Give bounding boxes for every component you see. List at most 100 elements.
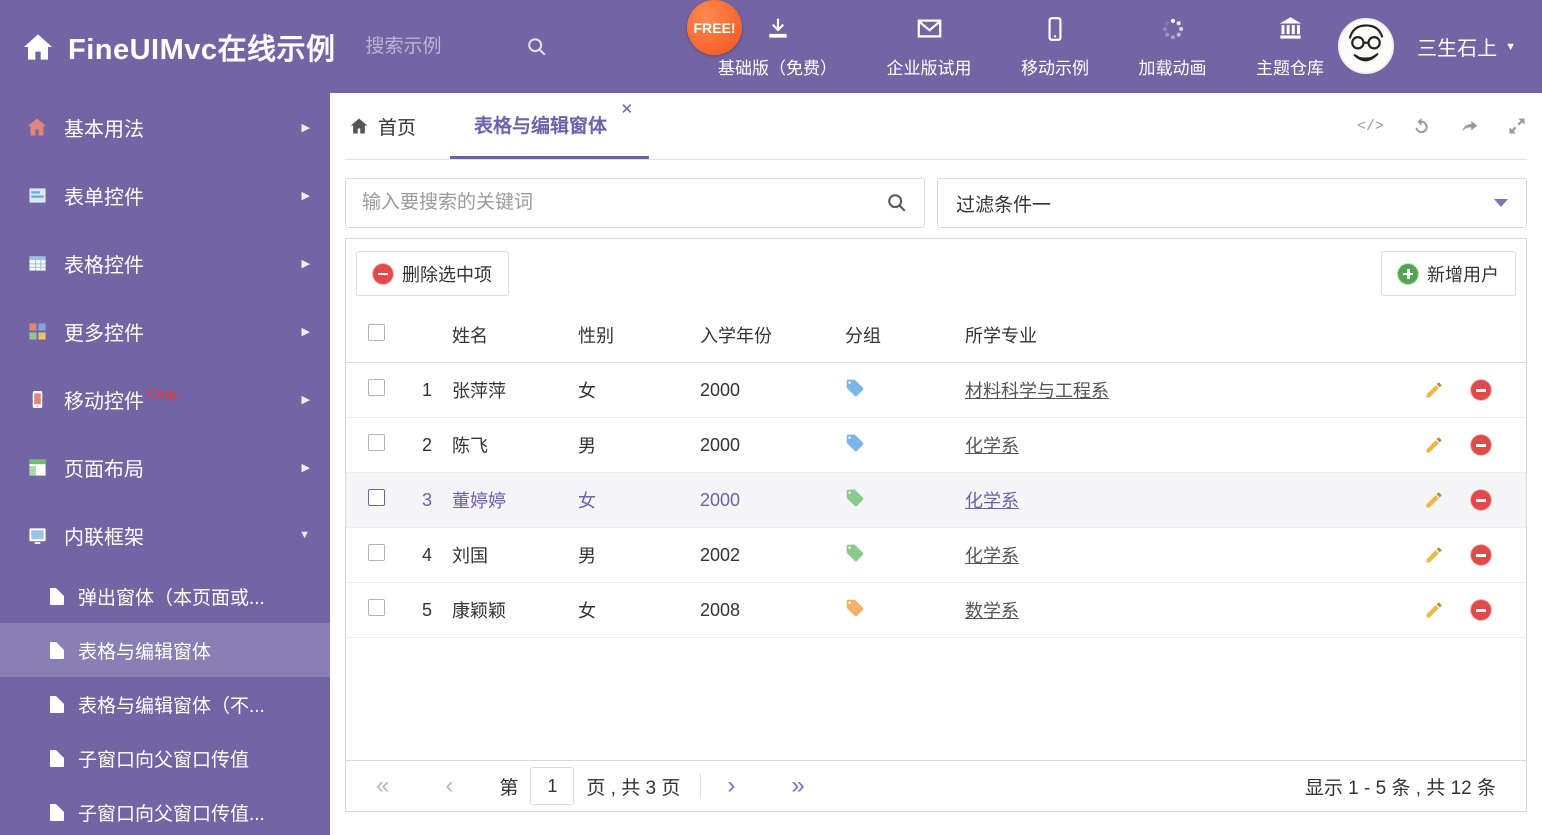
tab-grid-edit-window[interactable]: 表格与编辑窗体 ✕ [450, 93, 650, 159]
column-header-major[interactable]: 所学专业 [965, 322, 1416, 348]
sidebar-subitem-child-to-parent[interactable]: 子窗口向父窗口传值 [0, 731, 330, 785]
delete-icon[interactable] [1471, 490, 1491, 510]
brand-home-icon[interactable] [22, 31, 54, 63]
first-page-icon[interactable]: « [376, 774, 389, 798]
header-search-input[interactable] [365, 35, 516, 58]
user-name: 三生石上 [1417, 38, 1498, 60]
sidebar-item-iframe[interactable]: 内联框架 ▼ [0, 501, 330, 569]
user-menu[interactable]: 三生石上 ▼ [1417, 0, 1516, 93]
column-header-gender[interactable]: 性别 [578, 322, 700, 348]
table-row[interactable]: 4 刘国 男 2002 化学系 [346, 528, 1526, 583]
nav-mobile-demo[interactable]: 移动示例 [1015, 8, 1095, 86]
edit-icon[interactable] [1424, 380, 1444, 400]
row-checkbox[interactable] [368, 599, 385, 616]
cell-year: 2002 [700, 544, 741, 565]
filter-dropdown[interactable]: 过滤条件一 [937, 178, 1527, 228]
chevron-down-icon: ▼ [1505, 40, 1516, 53]
page-number-input[interactable] [530, 767, 575, 805]
close-icon[interactable]: ✕ [620, 102, 633, 117]
filter-row: 过滤条件一 [345, 178, 1527, 228]
last-page-icon[interactable]: » [791, 774, 804, 798]
sidebar-subitem-child-to-parent-2[interactable]: 子窗口向父窗口传值... [0, 785, 330, 835]
cell-name: 刘国 [452, 546, 488, 566]
delete-icon[interactable] [1471, 380, 1491, 400]
major-link[interactable]: 材料科学与工程系 [965, 381, 1109, 401]
edit-icon[interactable] [1424, 545, 1444, 565]
delete-icon[interactable] [1471, 435, 1491, 455]
tab-bar: 首页 表格与编辑窗体 ✕ </> [345, 93, 1527, 160]
plus-circle-icon [1398, 263, 1418, 284]
sidebar-item-form-controls[interactable]: 表单控件 ▶ [0, 161, 330, 229]
nav-loading-animation[interactable]: 加载动画 [1133, 8, 1213, 86]
header-search-icon[interactable] [526, 36, 548, 58]
widgets-icon [26, 322, 48, 341]
major-link[interactable]: 化学系 [965, 491, 1019, 511]
delete-icon[interactable] [1471, 600, 1491, 620]
sidebar-subitem-grid-edit-window[interactable]: 表格与编辑窗体 [0, 623, 330, 677]
table-icon [26, 254, 48, 273]
sidebar-subitem-popup-window[interactable]: 弹出窗体（本页面或... [0, 569, 330, 623]
edit-icon[interactable] [1424, 600, 1444, 620]
table-row[interactable]: 3 董婷婷 女 2000 化学系 [346, 473, 1526, 528]
column-header-year[interactable]: 入学年份 [700, 322, 845, 348]
cell-gender: 女 [578, 601, 596, 621]
avatar[interactable] [1338, 18, 1394, 74]
home-icon [349, 116, 369, 136]
delete-icon[interactable] [1471, 545, 1491, 565]
row-checkbox[interactable] [368, 434, 385, 451]
page-prefix: 第 [499, 777, 519, 799]
envelope-icon [916, 15, 943, 47]
major-link[interactable]: 化学系 [965, 546, 1019, 566]
row-number: 5 [421, 599, 432, 620]
keyword-search-input[interactable] [346, 192, 886, 214]
sidebar-item-more-controls[interactable]: 更多控件 ▶ [0, 297, 330, 365]
search-icon[interactable] [886, 192, 908, 214]
column-header-name[interactable]: 姓名 [452, 322, 578, 348]
expand-icon[interactable] [1507, 116, 1527, 136]
table-row[interactable]: 2 陈飞 男 2000 化学系 [346, 418, 1526, 473]
table-header-row: 姓名 性别 入学年份 分组 所学专业 [346, 308, 1526, 363]
table-row[interactable]: 5 康颖颖 女 2008 数学系 [346, 583, 1526, 638]
nav-enterprise-trial[interactable]: 企业版试用 [881, 8, 978, 86]
data-grid: 姓名 性别 入学年份 分组 所学专业 1 张萍萍 女 2000 材料科学与工程系 [346, 308, 1526, 760]
file-icon [50, 695, 64, 713]
prev-page-icon[interactable]: ‹ [445, 774, 453, 798]
source-code-icon[interactable]: </> [1357, 118, 1384, 135]
file-icon [50, 803, 64, 821]
chevron-down-icon [1494, 199, 1508, 207]
forward-icon[interactable] [1459, 116, 1480, 137]
file-icon [50, 587, 64, 605]
cell-gender: 女 [578, 381, 596, 401]
row-number: 1 [421, 379, 432, 400]
sidebar-item-basic-usage[interactable]: 基本用法 ▶ [0, 93, 330, 161]
next-page-icon[interactable]: › [727, 774, 735, 798]
row-checkbox[interactable] [368, 489, 385, 506]
sidebar-subitem-grid-edit-window-2[interactable]: 表格与编辑窗体（不... [0, 677, 330, 731]
table-row[interactable]: 1 张萍萍 女 2000 材料科学与工程系 [346, 363, 1526, 418]
edit-icon[interactable] [1424, 435, 1444, 455]
download-icon [765, 16, 791, 47]
sidebar-item-page-layout[interactable]: 页面布局 ▶ [0, 433, 330, 501]
row-checkbox[interactable] [368, 379, 385, 396]
app-window: FineUIMvc在线示例 FREE! 基础版（免费） 企业版试用 [0, 0, 1542, 835]
major-link[interactable]: 数学系 [965, 601, 1019, 621]
nav-theme-repo[interactable]: 主题仓库 [1250, 8, 1330, 86]
sidebar-item-mobile-controls[interactable]: 移动控件 Corp. ▶ [0, 365, 330, 433]
row-checkbox[interactable] [368, 544, 385, 561]
add-user-button[interactable]: 新增用户 [1381, 251, 1516, 296]
select-all-checkbox[interactable] [368, 324, 385, 341]
filter-dropdown-value: 过滤条件一 [956, 194, 1052, 216]
sidebar-item-grid-controls[interactable]: 表格控件 ▶ [0, 229, 330, 297]
tab-home[interactable]: 首页 [345, 93, 434, 159]
cell-gender: 男 [578, 546, 596, 566]
column-header-group[interactable]: 分组 [845, 322, 965, 348]
refresh-icon[interactable] [1411, 116, 1432, 137]
top-header: FineUIMvc在线示例 FREE! 基础版（免费） 企业版试用 [0, 0, 1542, 93]
chevron-right-icon: ▶ [301, 257, 310, 270]
major-link[interactable]: 化学系 [965, 436, 1019, 456]
delete-selected-button[interactable]: 删除选中项 [356, 251, 509, 296]
cell-year: 2008 [700, 599, 741, 620]
edit-icon[interactable] [1424, 490, 1444, 510]
chevron-right-icon: ▶ [301, 325, 310, 338]
table-body: 1 张萍萍 女 2000 材料科学与工程系 2 陈飞 男 2000 化学系 3 … [346, 363, 1526, 638]
